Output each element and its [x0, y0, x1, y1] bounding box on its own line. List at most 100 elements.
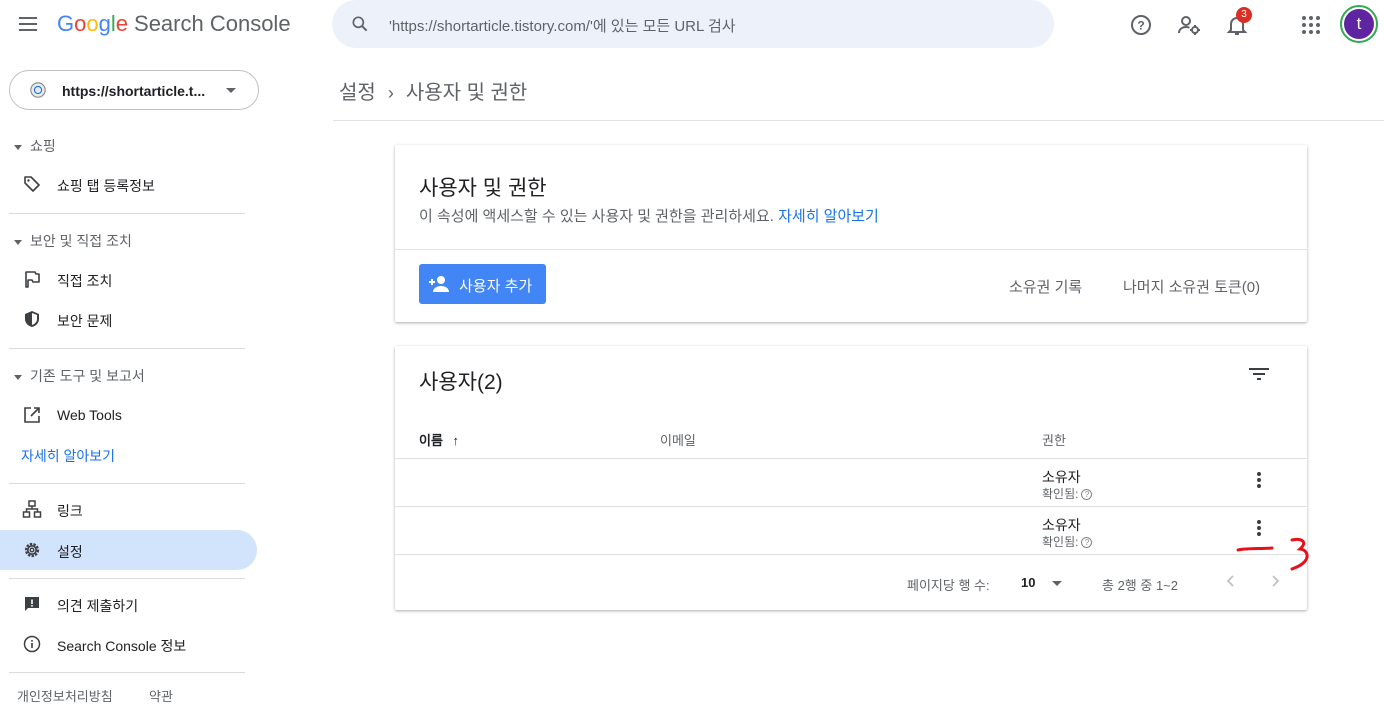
- open-in-new-icon: [24, 407, 40, 423]
- tag-icon: [24, 176, 40, 192]
- avatar-letter: t: [1344, 9, 1374, 39]
- sidebar-item-about[interactable]: Search Console 정보: [0, 624, 257, 664]
- card-title: 사용자 및 권한: [419, 177, 547, 200]
- rows-per-page-label: 페이지당 행 수:: [907, 578, 990, 593]
- sidebar-item-label: 의견 제출하기: [57, 598, 139, 614]
- section-legacy-tools-title: 기존 도구 및 보고서: [30, 368, 145, 384]
- notification-badge: 3: [1236, 7, 1252, 23]
- sidebar-item-label: 직접 조치: [57, 273, 113, 289]
- help-icon[interactable]: ?: [1129, 13, 1153, 37]
- shield-icon: [25, 311, 39, 327]
- section-security[interactable]: 보안 및 직접 조치: [14, 231, 132, 251]
- filter-icon[interactable]: [1248, 366, 1270, 382]
- manage-accounts-icon[interactable]: [1177, 13, 1201, 37]
- verification-status: 확인됨:?: [1042, 485, 1093, 502]
- apps-grid-icon[interactable]: [1299, 13, 1323, 37]
- permission-role: 소유자: [1042, 517, 1081, 533]
- menu-icon[interactable]: [16, 13, 42, 37]
- sidebar-divider: [9, 213, 245, 214]
- column-header-email: 이메일: [660, 433, 696, 448]
- sidebar-item-label: 쇼핑 탭 등록정보: [57, 178, 155, 194]
- sidebar-item-manual-actions[interactable]: 직접 조치: [0, 259, 257, 299]
- sidebar-item-label: 보안 문제: [57, 313, 113, 329]
- dropdown-caret-icon: [1052, 581, 1062, 586]
- section-shopping[interactable]: 쇼핑: [14, 136, 56, 156]
- sidebar-item-security-issues[interactable]: 보안 문제: [0, 299, 257, 339]
- permissions-card: 사용자 및 권한 이 속성에 액세스할 수 있는 사용자 및 권한을 관리하세요…: [395, 145, 1307, 322]
- row-divider: [395, 458, 1307, 459]
- sidebar-divider: [9, 672, 245, 673]
- card-divider: [395, 249, 1307, 250]
- rows-per-page-select[interactable]: 10: [1021, 572, 1067, 594]
- arrow-up-icon: ↑: [452, 433, 460, 448]
- sidebar-item-web-tools[interactable]: Web Tools: [0, 395, 257, 435]
- learn-more-link[interactable]: 자세히 알아보기: [778, 208, 879, 225]
- card-description: 이 속성에 액세스할 수 있는 사용자 및 권한을 관리하세요. 자세히 알아보…: [419, 205, 879, 226]
- column-header-name[interactable]: 이름 ↑: [419, 430, 459, 449]
- section-security-title: 보안 및 직접 조치: [30, 233, 132, 249]
- verification-label: 확인됨:: [1042, 487, 1079, 501]
- svg-text:?: ?: [1137, 19, 1144, 33]
- help-icon[interactable]: ?: [1081, 489, 1093, 501]
- search-icon: [352, 16, 368, 32]
- section-shopping-title: 쇼핑: [30, 138, 56, 154]
- section-legacy-tools[interactable]: 기존 도구 및 보고서: [14, 366, 145, 386]
- url-inspection-search[interactable]: 'https://shortarticle.tistory.com/'에 있는 …: [332, 0, 1054, 48]
- remaining-tokens-button[interactable]: 나머지 소유권 토큰(0): [1123, 276, 1260, 297]
- person-add-icon: [429, 276, 449, 292]
- more-vert-icon[interactable]: [1251, 470, 1267, 494]
- globe-icon: [30, 82, 46, 98]
- permission-role: 소유자: [1042, 469, 1081, 485]
- learn-more-link[interactable]: 자세히 알아보기: [21, 446, 115, 466]
- users-title: 사용자(2): [419, 371, 503, 394]
- collapse-icon: [14, 374, 22, 380]
- header-divider: [333, 120, 1384, 121]
- ownership-history-button[interactable]: 소유권 기록: [1009, 276, 1082, 297]
- column-name-label: 이름: [419, 433, 443, 448]
- breadcrumb: 설정 › 사용자 및 권한: [339, 76, 527, 105]
- sidebar-divider: [9, 348, 245, 349]
- gear-icon: [24, 542, 40, 558]
- column-header-permission: 권한: [1042, 433, 1066, 448]
- account-avatar[interactable]: t: [1340, 5, 1378, 43]
- verification-label: 확인됨:: [1042, 535, 1079, 549]
- pagination-range: 총 2행 중 1~2: [1102, 578, 1178, 593]
- search-placeholder: 'https://shortarticle.tistory.com/'에 있는 …: [389, 18, 736, 35]
- row-divider: [395, 506, 1307, 507]
- sidebar-divider: [9, 483, 245, 484]
- add-user-button[interactable]: 사용자 추가: [419, 264, 546, 304]
- privacy-policy-link[interactable]: 개인정보처리방침: [17, 686, 113, 705]
- property-url: https://shortarticle.t...: [62, 83, 206, 99]
- chevron-right-icon[interactable]: [1266, 572, 1284, 590]
- sidebar-item-label: 설정: [57, 544, 83, 560]
- top-app-bar: Google Search Console 'https://shortartic…: [0, 0, 1384, 50]
- terms-link[interactable]: 약관: [149, 686, 173, 705]
- logo-letter: g: [98, 11, 111, 36]
- sidebar-item-label: 링크: [57, 503, 83, 519]
- info-icon: [23, 635, 41, 653]
- verification-status: 확인됨:?: [1042, 533, 1093, 550]
- google-search-console-logo[interactable]: Google Search Console: [57, 11, 291, 37]
- card-description-text: 이 속성에 액세스할 수 있는 사용자 및 권한을 관리하세요.: [419, 208, 774, 225]
- dropdown-caret-icon: [226, 88, 236, 93]
- logo-letter: G: [57, 11, 75, 36]
- logo-letter: e: [115, 11, 129, 36]
- sidebar-item-label: Web Tools: [57, 407, 122, 423]
- sitemap-icon: [22, 500, 42, 518]
- row-divider: [395, 554, 1307, 555]
- annotation-mark: [1236, 538, 1309, 571]
- flag-icon: [25, 271, 40, 288]
- sidebar-item-links[interactable]: 링크: [0, 489, 257, 529]
- chevron-left-icon[interactable]: [1222, 572, 1240, 590]
- users-card: 사용자(2) 이름 ↑ 이메일 권한 소유자 확인됨:? 소유자 확인됨:? 페…: [395, 346, 1307, 610]
- sidebar-item-settings[interactable]: 설정: [0, 530, 257, 570]
- sidebar-item-shopping-tab-listings[interactable]: 쇼핑 탭 등록정보: [0, 164, 257, 204]
- property-selector[interactable]: https://shortarticle.t...: [9, 70, 259, 110]
- sidebar-item-feedback[interactable]: 의견 제출하기: [0, 584, 257, 624]
- sidebar-item-label: Search Console 정보: [57, 638, 187, 654]
- help-icon[interactable]: ?: [1081, 537, 1093, 549]
- collapse-icon: [14, 239, 22, 245]
- app-name: Search Console: [134, 11, 291, 36]
- breadcrumb-current: 사용자 및 권한: [405, 82, 528, 104]
- breadcrumb-settings[interactable]: 설정: [339, 82, 376, 104]
